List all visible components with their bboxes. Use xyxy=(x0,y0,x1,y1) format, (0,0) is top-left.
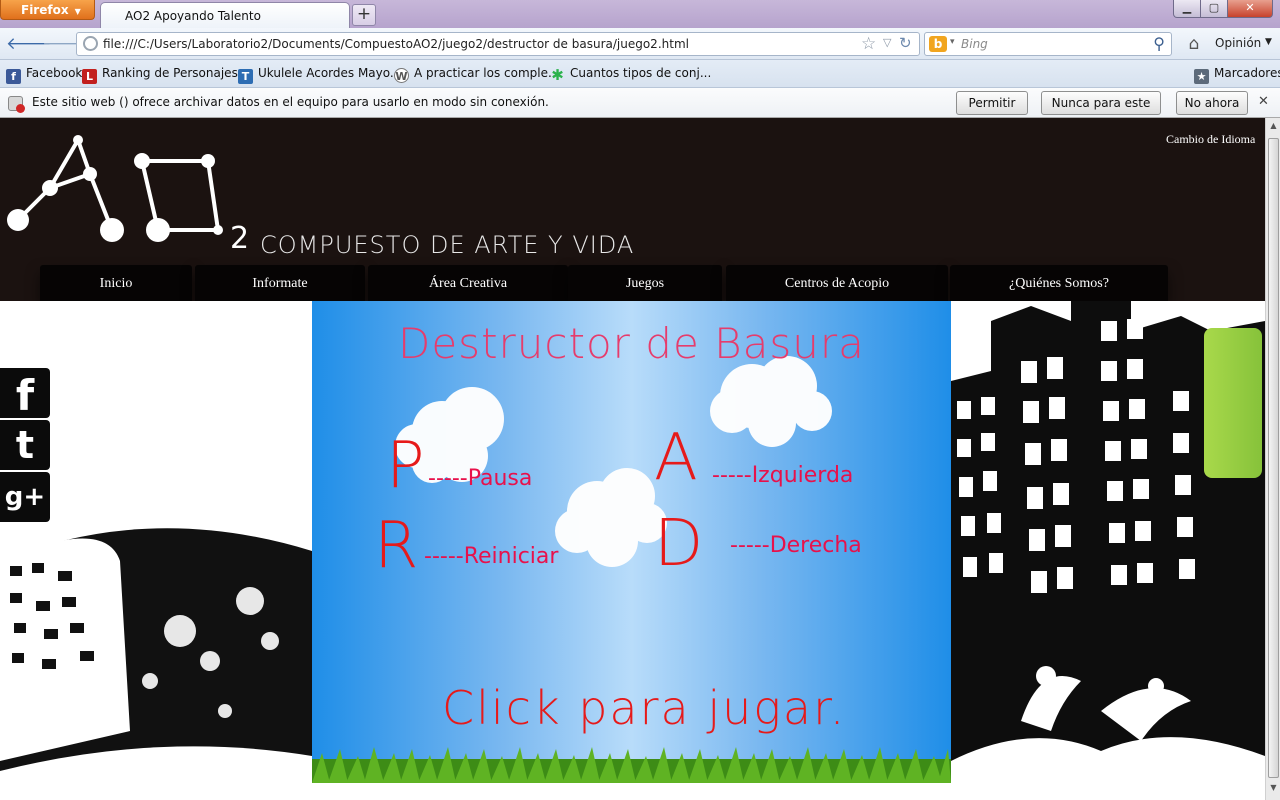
social-buttons: f t g+ xyxy=(0,368,50,524)
forward-icon[interactable]: 🡒 xyxy=(42,33,88,55)
site-tagline: COMPUESTO DE ARTE Y VIDA xyxy=(260,231,635,259)
bing-icon[interactable]: b xyxy=(929,36,947,52)
game-canvas[interactable]: Destructor de Basura P -----Pausa A ----… xyxy=(312,301,951,783)
new-tab-button[interactable]: + xyxy=(352,4,376,26)
back-icon[interactable]: 🡐 xyxy=(6,33,52,55)
url-text[interactable]: file:///C:/Users/Laboratorio2/Documents/… xyxy=(103,37,689,51)
main-menu: Inicio Informate Área Creativa Juegos Ce… xyxy=(40,265,1170,301)
search-input[interactable]: Bing xyxy=(961,37,988,51)
navigation-toolbar: 🡐 🡒 file:///C:/Users/Laboratorio2/Docume… xyxy=(0,28,1280,60)
star-icon: ★ xyxy=(1194,69,1209,84)
web-page: 2 COMPUESTO DE ARTE Y VIDA Cambio de Idi… xyxy=(0,118,1265,800)
facebook-share-button[interactable]: f xyxy=(0,368,50,420)
reload-icon[interactable]: ↻ xyxy=(899,34,912,52)
storage-warning-icon xyxy=(8,96,25,113)
bookmark-ranking[interactable]: L Ranking de Personajes... xyxy=(82,66,249,84)
bookmarks-menu[interactable]: ★ Marcadores xyxy=(1194,66,1280,84)
key-d-description: -----Derecha xyxy=(730,533,862,558)
search-icon[interactable]: ⚲ xyxy=(1153,34,1165,53)
svg-text:2: 2 xyxy=(230,221,249,256)
cloud xyxy=(555,468,667,567)
facebook-icon: f xyxy=(6,69,21,84)
bookmarks-bar: f Facebook L Ranking de Personajes... T Uku… xyxy=(0,60,1280,88)
never-for-site-button[interactable]: Nunca para este sitio xyxy=(1041,91,1161,132)
scrollbar-thumb[interactable] xyxy=(1268,138,1279,778)
bookmark-practicar[interactable]: WA practicar los comple... xyxy=(394,66,559,83)
firefox-menu-button[interactable]: Firefox ▼ xyxy=(0,0,95,20)
home-icon[interactable]: ⌂ xyxy=(1182,33,1206,55)
globe-icon xyxy=(83,36,98,51)
side-feedback-tab[interactable] xyxy=(1204,328,1262,478)
history-dropdown-icon[interactable]: ▽ xyxy=(883,36,891,49)
scroll-up-icon[interactable]: ▲ xyxy=(1267,121,1280,135)
search-bar[interactable]: b ▾ Bing ⚲ xyxy=(924,32,1172,56)
key-r: R xyxy=(374,509,419,583)
cloud xyxy=(710,356,832,447)
allow-button[interactable]: Permitir xyxy=(956,91,1028,115)
close-window-button[interactable]: ✕ xyxy=(1227,0,1273,18)
key-p: P xyxy=(386,429,425,503)
asterisk-icon: ✱ xyxy=(551,66,564,84)
ukulele-site-icon: T xyxy=(238,69,253,84)
menu-quienes-somos[interactable]: ¿Quiénes Somos? xyxy=(950,265,1168,301)
menu-juegos[interactable]: Juegos xyxy=(568,265,722,301)
search-engine-dropdown-icon[interactable]: ▾ xyxy=(950,37,955,47)
site-header: 2 COMPUESTO DE ARTE Y VIDA Cambio de Idi… xyxy=(0,118,1265,301)
maximize-button[interactable]: ▢ xyxy=(1200,0,1228,18)
menu-centros-acopio[interactable]: Centros de Acopio xyxy=(726,265,948,301)
key-d: D xyxy=(654,507,704,581)
url-bar[interactable]: file:///C:/Users/Laboratorio2/Documents/… xyxy=(76,32,920,56)
notification-text: Este sitio web () ofrece archivar datos … xyxy=(32,95,549,109)
twitter-share-button[interactable]: t xyxy=(0,420,50,470)
bookmark-tipos[interactable]: ✱ Cuantos tipos de conj... xyxy=(550,66,711,83)
offline-storage-notification: Este sitio web () ofrece archivar datos … xyxy=(0,88,1280,132)
chevron-down-icon[interactable]: ▼ xyxy=(1265,37,1272,47)
opinion-button[interactable]: Opinión xyxy=(1215,36,1261,50)
googleplus-share-button[interactable]: g+ xyxy=(0,472,50,522)
key-a-description: -----Izquierda xyxy=(712,463,854,488)
wordpress-icon: W xyxy=(394,68,409,83)
key-a: A xyxy=(654,421,698,495)
key-r-description: -----Reiniciar xyxy=(424,544,559,569)
tab-ao2[interactable]: AO2 Apoyando Talento xyxy=(100,2,350,28)
language-switch-link[interactable]: Cambio de Idioma xyxy=(1166,132,1255,147)
close-icon[interactable]: ✕ xyxy=(1258,94,1269,109)
menu-informate[interactable]: Informate xyxy=(195,265,365,301)
tab-title: AO2 Apoyando Talento xyxy=(125,9,261,23)
ao2-logo[interactable]: 2 xyxy=(0,128,260,258)
scroll-down-icon[interactable]: ▼ xyxy=(1267,783,1280,797)
not-now-button[interactable]: No ahora xyxy=(1176,91,1248,115)
click-to-play-prompt[interactable]: Click para jugar. xyxy=(442,681,846,735)
title-bar: Firefox ▼ AO2 Apoyando Talento + ▁ ▢ ✕ xyxy=(0,0,1280,28)
game-title: Destructor de Basura xyxy=(398,319,865,368)
minimize-button[interactable]: ▁ xyxy=(1173,0,1201,18)
chevron-down-icon: ▼ xyxy=(74,7,81,16)
bookmark-facebook[interactable]: f Facebook xyxy=(6,66,82,84)
bookmark-ukulele[interactable]: T Ukulele Acordes Mayo... xyxy=(238,66,401,84)
menu-area-creativa[interactable]: Área Creativa xyxy=(368,265,568,301)
ranking-icon: L xyxy=(82,69,97,84)
page-scrollbar[interactable]: ▲ ▼ xyxy=(1265,118,1280,800)
key-p-description: -----Pausa xyxy=(428,466,533,491)
menu-inicio[interactable]: Inicio xyxy=(40,265,192,301)
bookmark-star-icon[interactable]: ☆ xyxy=(861,34,876,54)
